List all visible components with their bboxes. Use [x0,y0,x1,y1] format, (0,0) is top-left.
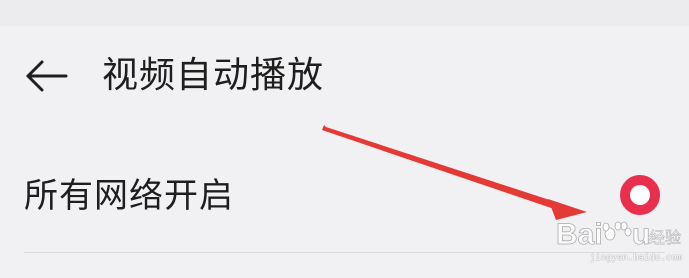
header-bar: 视频自动播放 [0,40,689,112]
setting-row-all-networks[interactable]: 所有网络开启 [0,158,689,234]
page-title: 视频自动播放 [102,55,325,96]
arrow-left-icon [26,60,68,92]
setting-label: 所有网络开启 [24,176,234,216]
radio-selected[interactable] [620,175,660,215]
back-button[interactable] [18,52,74,100]
status-bar-area [0,0,689,26]
watermark-url: jingyan.baidu.com [589,253,682,263]
divider [24,252,665,253]
